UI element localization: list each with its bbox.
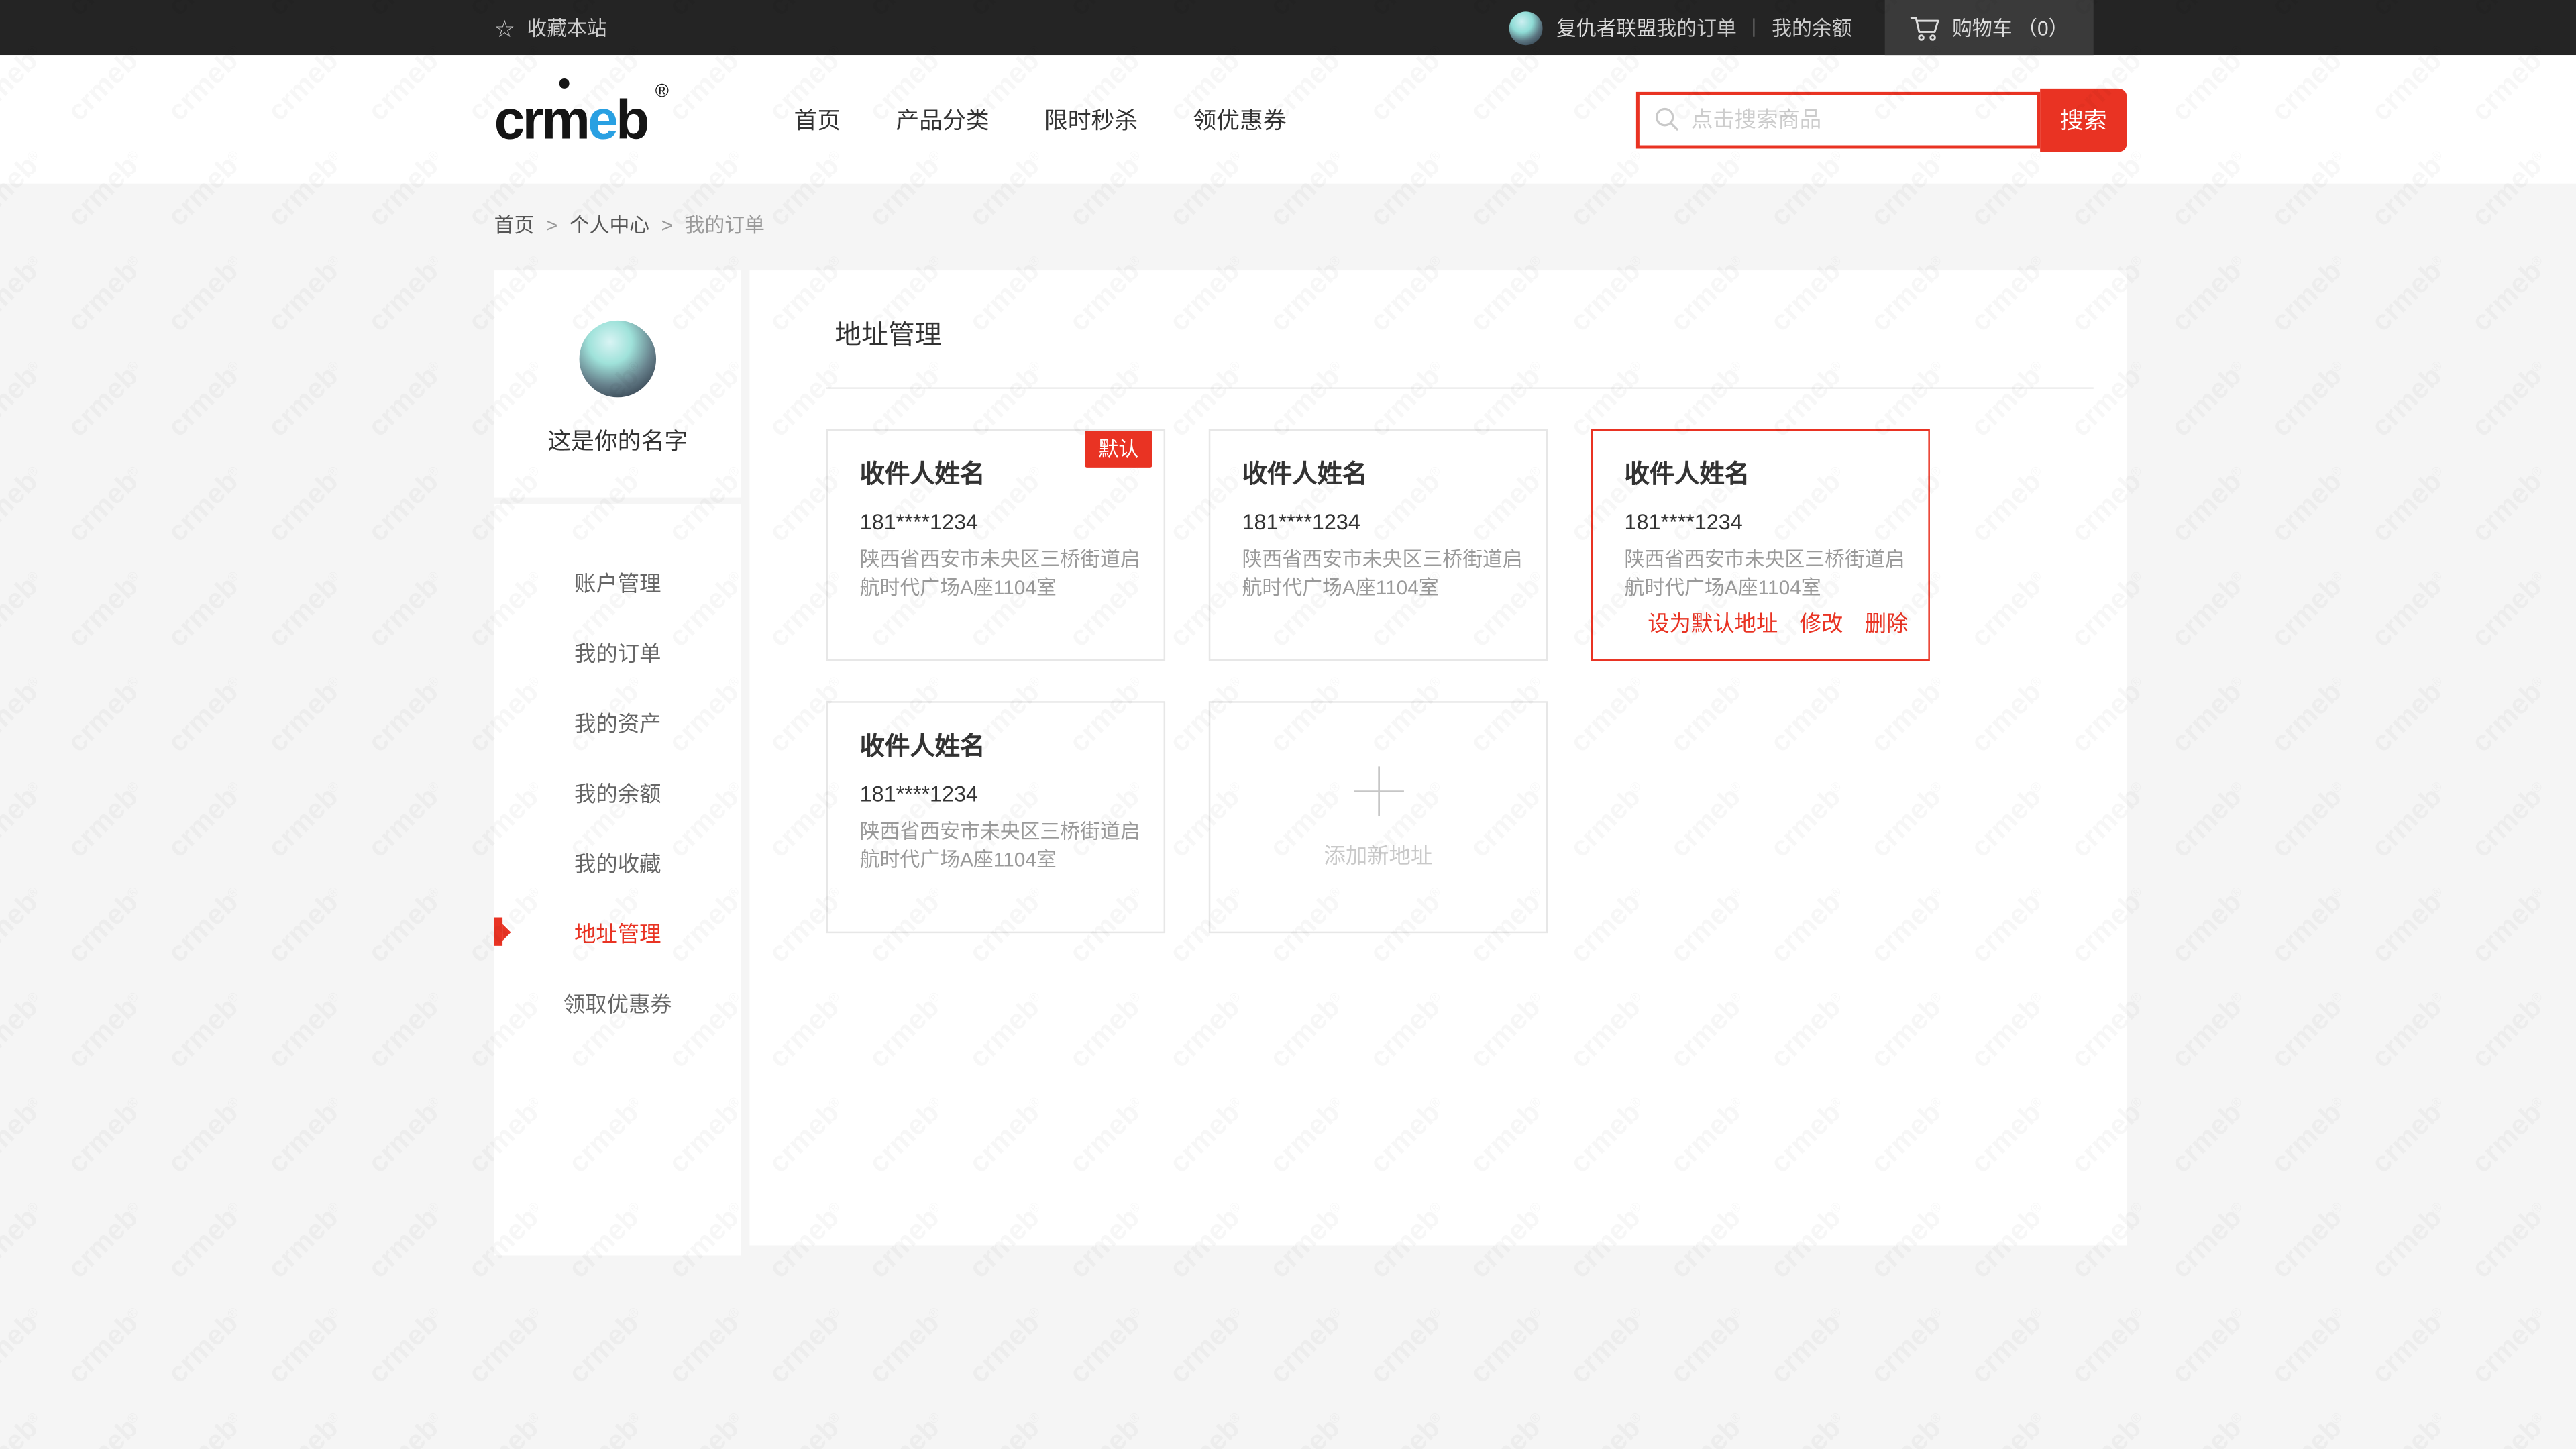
sidebar-item-assets[interactable]: 我的资产 [494,686,741,757]
username[interactable]: 复仇者联盟 [1556,13,1656,42]
topbar: ☆ 收藏本站 复仇者联盟 我的订单 我的余额 购物车（0） [0,0,2576,55]
favorite-link[interactable]: ☆ 收藏本站 [494,13,607,42]
search-button[interactable]: 搜索 [2040,88,2127,152]
title-divider [826,387,2094,388]
edit-button[interactable]: 修改 [1800,606,1843,637]
nav-item-categories[interactable]: 产品分类 [896,103,989,136]
sidebar-menu: 账户管理 我的订单 我的资产 我的余额 我的收藏 地址管理 领取优惠券 [494,504,741,1256]
profile-nickname: 这是你的名字 [547,424,688,458]
card-actions: 设为默认地址 修改 删除 [1648,606,1908,637]
sidebar-item-orders[interactable]: 我的订单 [494,616,741,686]
nav-item-home[interactable]: 首页 [794,103,841,136]
logo-b: b [616,92,647,147]
recipient-name: 收件人姓名 [1242,455,1521,490]
search-icon [1654,107,1679,131]
topbar-divider [1754,18,1755,36]
star-icon: ☆ [494,16,515,40]
logo-registered-mark: ® [655,83,669,101]
header: crmeb ® 首页 产品分类 限时秒杀 领优惠券 搜索 [0,55,2576,184]
logo[interactable]: crmeb ® [494,92,647,147]
recipient-phone: 181****1234 [860,782,1139,806]
sidebar-item-account[interactable]: 账户管理 [494,546,741,616]
sidebar-gap [494,498,741,504]
active-item-marker-icon [494,918,502,946]
search-bar: 搜索 [1636,88,2127,152]
default-badge: 默认 [1085,431,1152,468]
my-balance-link[interactable]: 我的余额 [1772,13,1851,42]
delete-button[interactable]: 删除 [1865,606,1909,637]
address-card[interactable]: 默认 收件人姓名 181****1234 陕西省西安市未央区三桥街道启航时代广场… [826,429,1165,661]
page-title: 地址管理 [749,270,2127,352]
add-address-card[interactable]: 添加新地址 [1209,701,1548,933]
profile-avatar[interactable] [580,321,656,397]
recipient-address: 陕西省西安市未央区三桥街道启航时代广场A座1104室 [1242,546,1526,603]
main-panel: 地址管理 默认 收件人姓名 181****1234 陕西省西安市未央区三桥街道启… [749,270,2127,1245]
cart-button[interactable]: 购物车（0） [1885,0,2093,55]
recipient-address: 陕西省西安市未央区三桥街道启航时代广场A座1104室 [1624,546,1908,603]
sidebar-item-get-coupons[interactable]: 领取优惠券 [494,967,741,1037]
recipient-phone: 181****1234 [1242,509,1521,534]
breadcrumb-separator: > [546,213,557,236]
address-card[interactable]: 收件人姓名 181****1234 陕西省西安市未央区三桥街道启航时代广场A座1… [1209,429,1548,661]
breadcrumb-home[interactable]: 首页 [494,211,535,239]
recipient-phone: 181****1234 [860,509,1139,534]
nav-item-coupons[interactable]: 领优惠券 [1193,103,1286,136]
set-default-button[interactable]: 设为默认地址 [1648,606,1778,637]
nav-item-flash-sale[interactable]: 限时秒杀 [1044,103,1138,136]
page: ☆ 收藏本站 复仇者联盟 我的订单 我的余额 购物车（0） [0,0,2576,1449]
canvas: ☆ 收藏本站 复仇者联盟 我的订单 我的余额 购物车（0） [0,0,2576,1449]
search-box [1636,91,2040,148]
content: 这是你的名字 账户管理 我的订单 我的资产 我的余额 我的收藏 地址管理 领取优… [494,270,2127,1255]
logo-m: m [541,92,588,147]
profile-card: 这是你的名字 [494,270,741,497]
breadcrumb-current: 我的订单 [685,211,765,239]
my-orders-link[interactable]: 我的订单 [1656,13,1736,42]
logo-ring-icon [559,78,570,89]
logo-cr: cr [494,92,541,147]
recipient-address: 陕西省西安市未央区三桥街道启航时代广场A座1104室 [860,546,1144,603]
cart-count: （0） [2017,13,2068,42]
recipient-name: 收件人姓名 [1624,455,1903,490]
sidebar-item-favorites[interactable]: 我的收藏 [494,826,741,897]
recipient-phone: 181****1234 [1624,509,1903,534]
user-avatar[interactable] [1509,11,1543,44]
breadcrumb-user-center[interactable]: 个人中心 [570,211,649,239]
main-nav: 首页 产品分类 限时秒杀 领优惠券 [794,103,1287,136]
breadcrumb: 首页 > 个人中心 > 我的订单 [494,184,2127,239]
address-card-grid: 默认 收件人姓名 181****1234 陕西省西安市未央区三桥街道启航时代广场… [826,429,2050,934]
recipient-address: 陕西省西安市未央区三桥街道启航时代广场A座1104室 [860,818,1144,875]
cart-icon [1911,14,1941,41]
favorite-label: 收藏本站 [527,13,606,42]
sidebar-item-label: 地址管理 [574,916,661,947]
address-card[interactable]: 收件人姓名 181****1234 陕西省西安市未央区三桥街道启航时代广场A座1… [826,701,1165,933]
plus-icon [1353,765,1403,816]
recipient-name: 收件人姓名 [860,728,1139,763]
cart-label: 购物车 [1952,13,2012,42]
sidebar: 这是你的名字 账户管理 我的订单 我的资产 我的余额 我的收藏 地址管理 领取优… [494,270,741,1255]
sidebar-item-balance[interactable]: 我的余额 [494,756,741,826]
sidebar-item-addresses[interactable]: 地址管理 [494,896,741,967]
address-card-hovered[interactable]: 收件人姓名 181****1234 陕西省西安市未央区三桥街道启航时代广场A座1… [1591,429,1930,661]
breadcrumb-separator: > [661,213,673,236]
add-address-label: 添加新地址 [1324,837,1432,869]
search-input[interactable] [1691,107,2037,131]
logo-e: e [588,92,616,147]
